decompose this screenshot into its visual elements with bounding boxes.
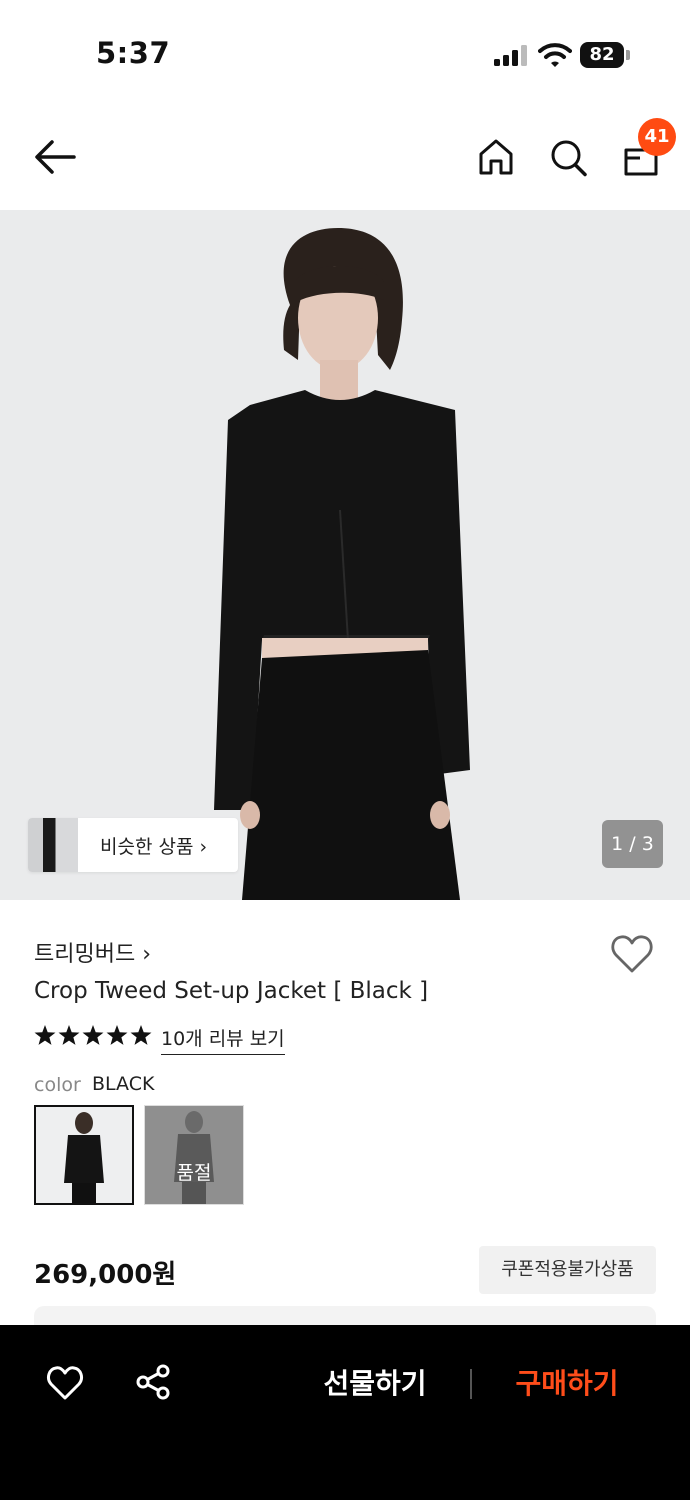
star-icon <box>130 1025 152 1045</box>
home-button[interactable] <box>476 136 516 178</box>
product-image-gallery[interactable]: 비슷한 상품 › 1 / 3 <box>0 210 690 900</box>
swatch-thumbnail <box>145 1106 243 1204</box>
swatch-thumbnail <box>36 1107 132 1203</box>
product-title: Crop Tweed Set-up Jacket [ Black ] <box>34 978 429 1004</box>
cart-count-badge: 41 <box>638 118 676 156</box>
back-arrow-icon <box>35 140 76 174</box>
star-icon <box>82 1025 104 1045</box>
similar-products-thumbnail <box>28 818 78 872</box>
color-swatch-black[interactable] <box>34 1105 134 1205</box>
coupon-unavailable-badge: 쿠폰적용불가상품 <box>479 1246 656 1294</box>
color-swatch-soldout[interactable]: 품절 <box>144 1105 244 1205</box>
search-button[interactable] <box>548 136 588 178</box>
back-button[interactable] <box>30 134 80 180</box>
similar-products-label: 비슷한 상품 › <box>100 836 208 858</box>
status-bar: 5:37 82 <box>0 0 690 100</box>
search-icon <box>551 140 587 177</box>
image-pager: 1 / 3 <box>602 820 663 868</box>
rating-row: 10개 리뷰 보기 <box>34 1024 334 1055</box>
signal-icon <box>494 44 528 66</box>
status-time: 5:37 <box>96 36 171 70</box>
brand-link[interactable]: 트리밍버드 › <box>34 936 151 968</box>
star-icon <box>106 1025 128 1045</box>
share-icon <box>136 1364 170 1400</box>
star-rating <box>34 1025 152 1045</box>
gift-button[interactable]: 선물하기 <box>300 1359 450 1409</box>
wishlist-button[interactable] <box>610 934 654 974</box>
color-value: BLACK <box>92 1073 155 1095</box>
app-header <box>0 108 690 208</box>
buy-button[interactable]: 구매하기 <box>492 1359 642 1409</box>
heart-icon <box>47 1366 83 1400</box>
share-button[interactable] <box>134 1363 172 1401</box>
product-price: 269,000원 <box>34 1260 177 1290</box>
product-photo <box>0 210 690 900</box>
similar-products-button[interactable]: 비슷한 상품 › <box>28 818 238 872</box>
heart-icon <box>611 935 653 973</box>
review-link[interactable]: 10개 리뷰 보기 <box>161 1024 285 1055</box>
bottom-bar-divider <box>470 1369 472 1399</box>
wifi-icon <box>538 42 572 68</box>
battery-level: 82 <box>580 42 624 68</box>
bottom-wishlist-button[interactable] <box>46 1365 84 1401</box>
bottom-action-bar: 선물하기 구매하기 <box>0 1325 690 1500</box>
battery-icon: 82 <box>580 42 630 68</box>
color-label: color <box>34 1074 81 1096</box>
star-icon <box>34 1025 56 1045</box>
home-icon <box>479 139 513 175</box>
soldout-label: 품절 <box>176 1162 212 1184</box>
star-icon <box>58 1025 80 1045</box>
